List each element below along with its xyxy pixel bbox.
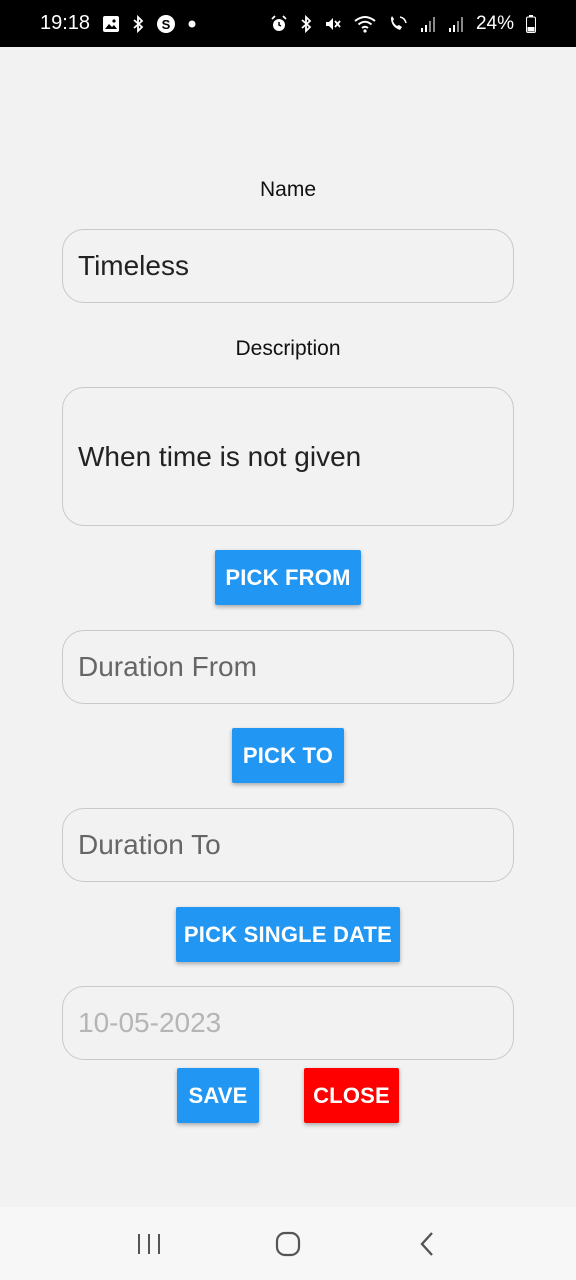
duration-to-field[interactable]: Duration To (62, 808, 514, 882)
back-icon[interactable] (397, 1214, 457, 1274)
app-content: Name Timeless Description When time is n… (0, 47, 576, 1207)
dot-icon (188, 20, 196, 28)
wifi-icon (354, 15, 376, 33)
pick-to-button[interactable]: PICK TO (232, 728, 344, 783)
recents-icon[interactable] (119, 1214, 179, 1274)
bluetooth-icon (300, 14, 312, 33)
name-label: Name (259, 178, 317, 201)
battery-icon (526, 14, 536, 33)
description-label: Description (235, 337, 341, 360)
close-button[interactable]: CLOSE (304, 1068, 399, 1123)
call-icon (388, 15, 408, 33)
home-icon[interactable] (258, 1214, 318, 1274)
save-button[interactable]: SAVE (177, 1068, 259, 1123)
alarm-icon (270, 14, 288, 33)
signal-icon (448, 15, 464, 33)
single-date-field[interactable]: 10-05-2023 (62, 986, 514, 1060)
navigation-bar (0, 1207, 576, 1280)
svg-text:S: S (162, 17, 171, 32)
pick-single-date-button[interactable]: PICK SINGLE DATE (176, 907, 400, 962)
s-app-icon: S (156, 14, 176, 34)
bluetooth-icon (132, 14, 144, 33)
name-field[interactable]: Timeless (62, 229, 514, 303)
status-time: 19:18 (40, 12, 91, 34)
pick-from-button[interactable]: PICK FROM (215, 550, 361, 605)
status-bar: 19:18 S 24% (0, 0, 576, 47)
gallery-icon (102, 15, 120, 33)
status-bar-right: 24% (270, 13, 536, 35)
signal-icon (420, 15, 436, 33)
duration-from-field[interactable]: Duration From (62, 630, 514, 704)
battery-percent: 24% (475, 12, 514, 34)
mute-icon (324, 15, 342, 33)
description-field[interactable]: When time is not given (62, 387, 514, 526)
status-bar-left: 19:18 S (40, 12, 196, 35)
